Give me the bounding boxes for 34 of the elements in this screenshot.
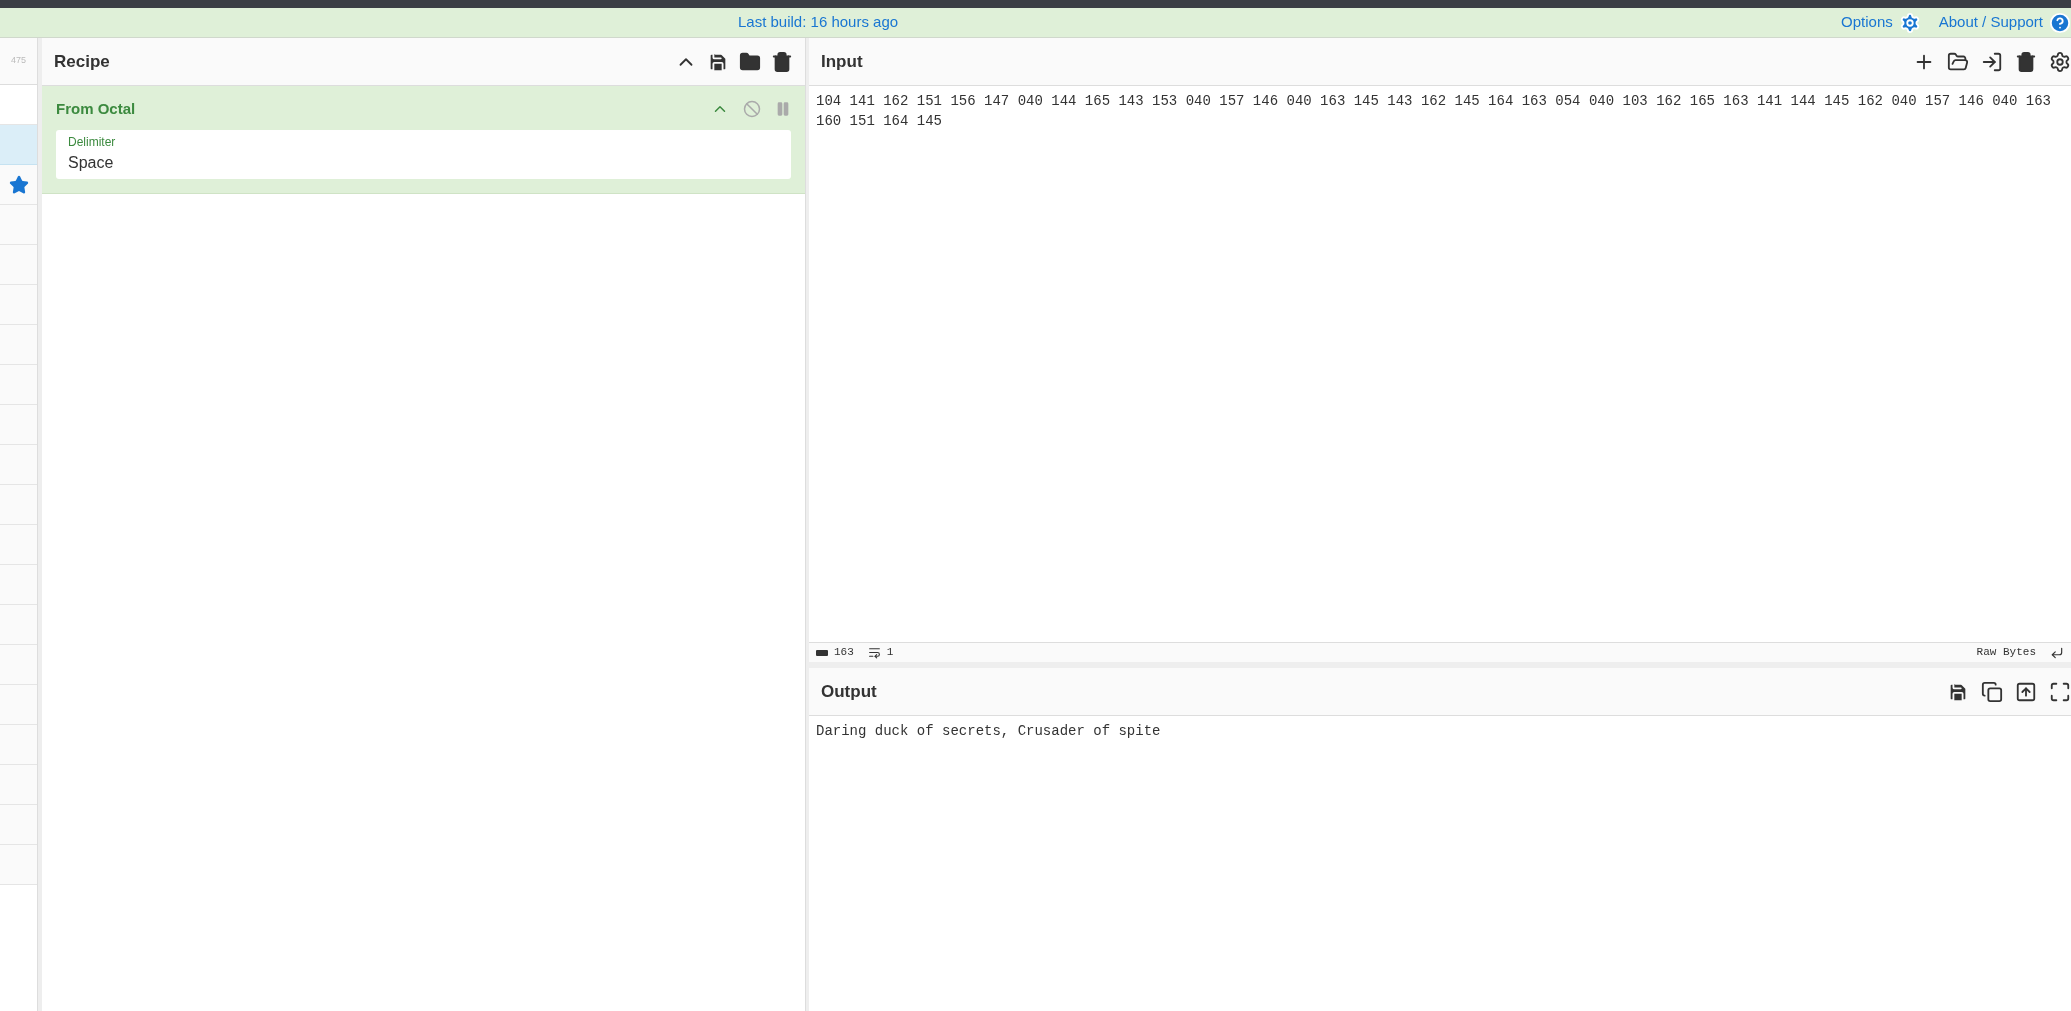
output-text: Daring duck of secrets, Crusader of spite — [816, 722, 1162, 741]
input-icon[interactable] — [1981, 50, 2003, 73]
category-row[interactable] — [0, 165, 37, 205]
operation-count: 475 — [11, 54, 26, 68]
splitter[interactable] — [806, 38, 809, 1011]
line-break-icon[interactable] — [2050, 645, 2064, 660]
disable-icon[interactable] — [743, 100, 761, 118]
field-value: Space — [68, 153, 114, 173]
pause-icon[interactable] — [775, 101, 791, 117]
help-icon — [2049, 11, 2071, 34]
folder-icon[interactable] — [1947, 50, 1969, 73]
operation-name: From Octal — [56, 98, 136, 119]
input-title: Input — [821, 50, 863, 73]
lines-icon — [867, 646, 881, 659]
delete-icon[interactable] — [771, 50, 793, 73]
recipe-title: Recipe — [54, 50, 110, 73]
folder-icon[interactable] — [739, 50, 761, 73]
lines-label: 1 — [886, 645, 894, 661]
replace-input-icon[interactable] — [2015, 680, 2037, 703]
field-label: Delimiter — [68, 134, 116, 151]
maximize-icon[interactable] — [2049, 680, 2071, 703]
delete-icon[interactable] — [2015, 50, 2037, 73]
about-link[interactable]: About / Support — [1938, 11, 2071, 34]
output-title: Output — [821, 680, 877, 703]
input-text: 104 141 162 151 156 147 040 144 165 143 153 040 157 146 040 163 145 143 162 145 164 163 054 040 103 162 165 163 141 144 145 162 040 157 146 040 163 160 151 164 145 — [816, 92, 2052, 131]
text-length-icon — [816, 649, 828, 656]
encoding-label: Raw Bytes — [1976, 645, 2036, 661]
settings-icon — [1898, 11, 1921, 34]
length-label: 163 — [834, 645, 854, 661]
copy-icon[interactable] — [1981, 680, 2003, 703]
options-link[interactable]: Options — [1841, 11, 1921, 34]
build-label: Last build: 16 hours ago — [738, 12, 899, 33]
star-icon — [8, 174, 29, 195]
delimiter-field[interactable]: Delimiter Space — [56, 130, 791, 179]
